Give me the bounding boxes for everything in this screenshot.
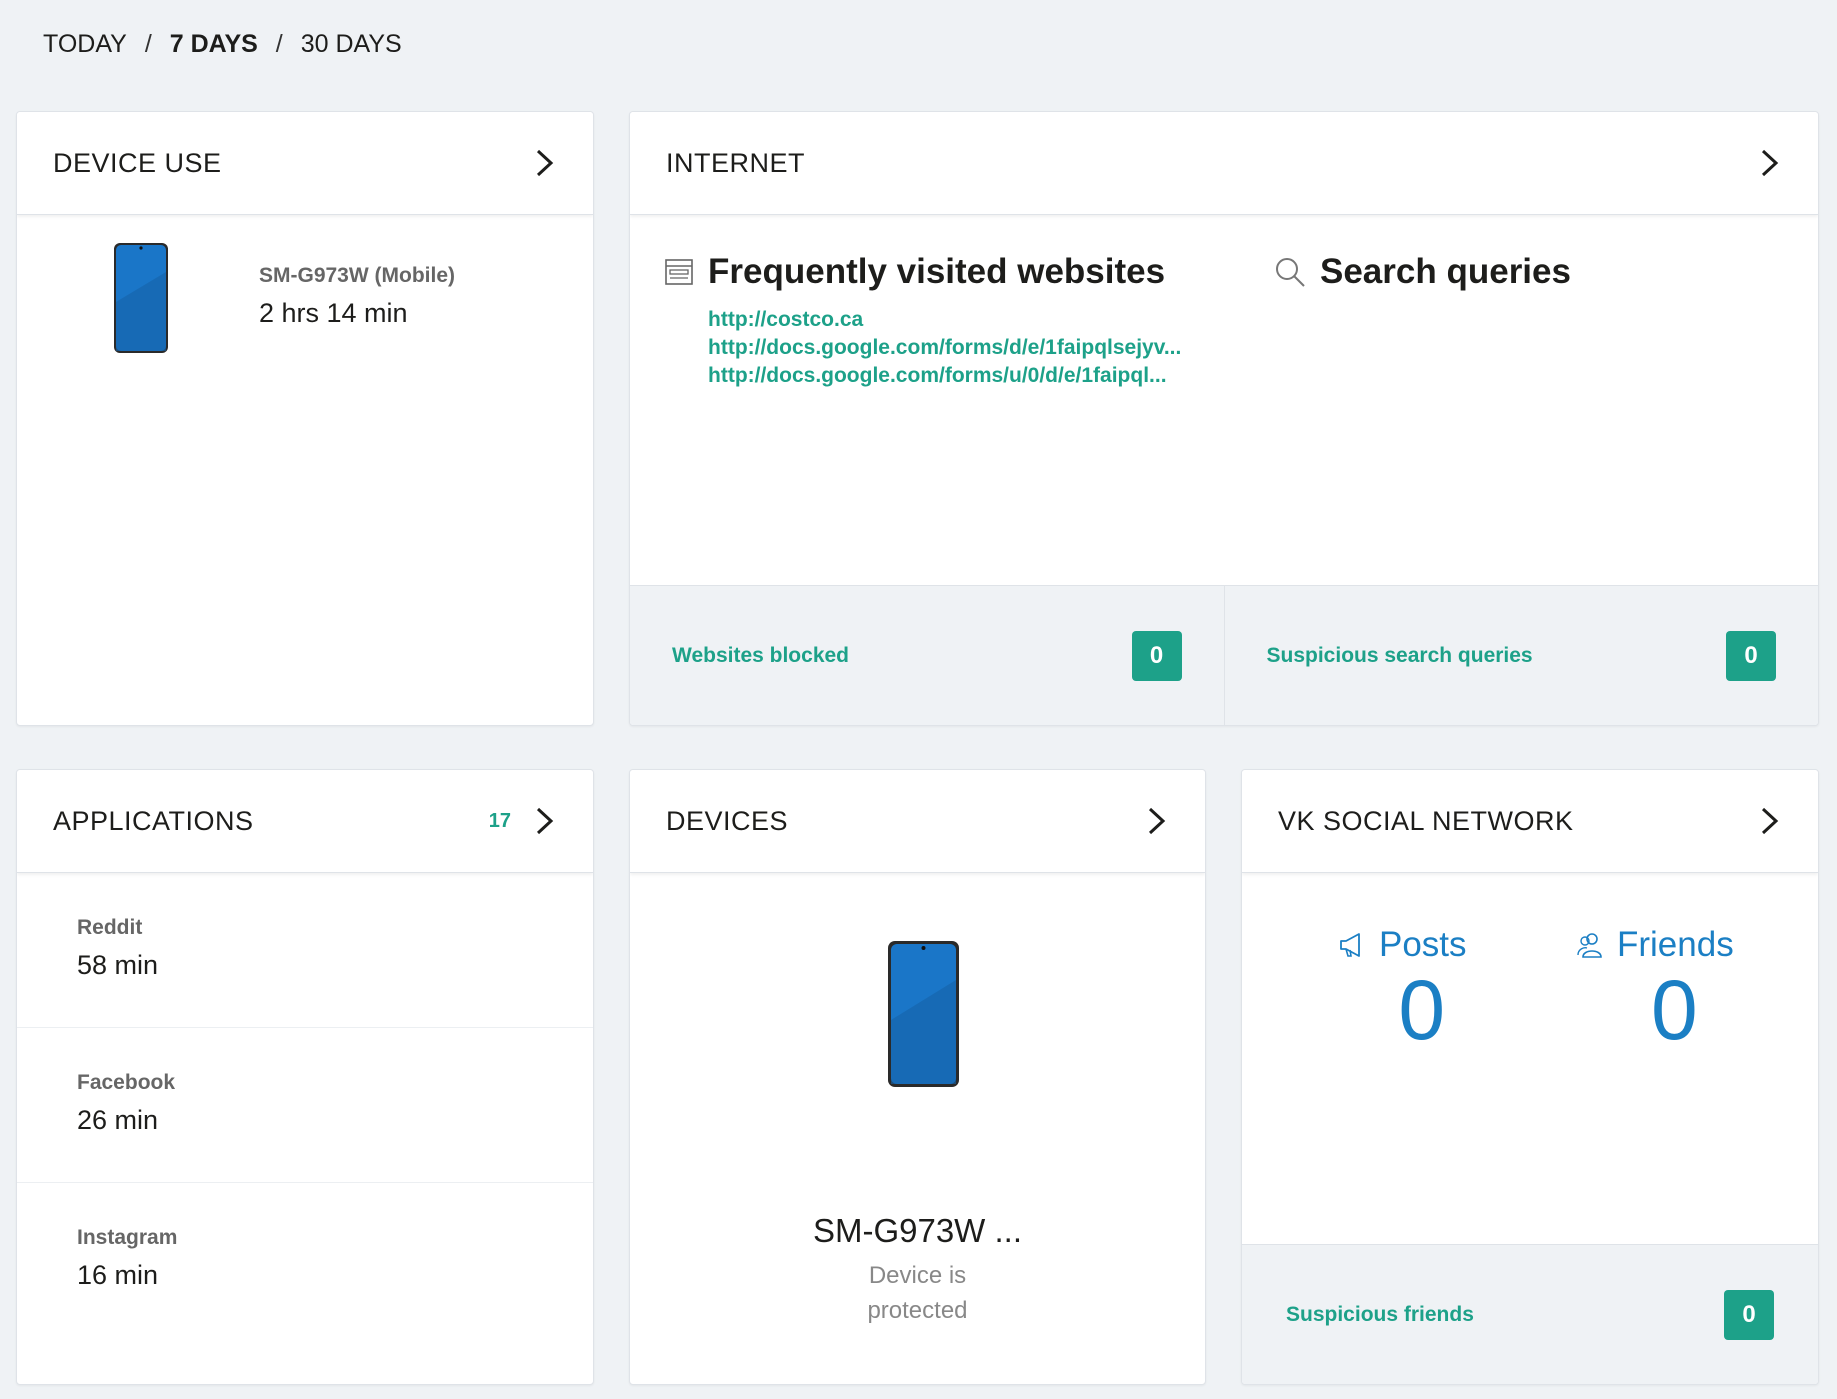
phone-image (888, 941, 959, 1087)
period-separator: / (144, 30, 152, 58)
suspicious-friends-count: 0 (1724, 1289, 1774, 1340)
period-separator: / (275, 30, 283, 58)
website-link[interactable]: http://docs.google.com/forms/u/0/d/e/1fa… (708, 362, 1181, 390)
list-item: Reddit 58 min (17, 873, 593, 1028)
app-list: Reddit 58 min Facebook 26 min Instagram … (17, 873, 593, 1338)
websites-blocked-count: 0 (1131, 630, 1182, 681)
list-item: Facebook 26 min (17, 1028, 593, 1183)
website-list: http://costco.ca http://docs.google.com/… (708, 306, 1181, 390)
suspicious-friends-label[interactable]: Suspicious friends (1286, 1303, 1474, 1327)
search-icon (1276, 258, 1305, 287)
friends-label: Friends (1617, 925, 1734, 964)
period-30days-link[interactable]: 30 DAYS (301, 30, 402, 59)
frequent-websites-title: Frequently visited websites (708, 252, 1166, 291)
posts-label: Posts (1379, 925, 1467, 964)
device-use-card: DEVICE USE SM-G973W (Mobile) 2 hrs 14 mi… (16, 111, 594, 726)
chevron-right-icon[interactable] (1758, 805, 1782, 837)
vk-header[interactable]: VK SOCIAL NETWORK (1242, 770, 1818, 873)
friends-value: 0 (1651, 963, 1698, 1057)
search-queries-section: Search queries (1274, 252, 1571, 292)
friends-icon (1577, 933, 1602, 958)
device-name: SM-G973W (Mobile) (259, 264, 456, 287)
internet-header[interactable]: INTERNET (630, 112, 1818, 215)
vk-posts-stat[interactable]: Posts 0 (1337, 925, 1467, 1055)
devices-title: DEVICES (666, 805, 789, 836)
devices-card: DEVICES SM-G973W ... Device is protected (629, 769, 1206, 1385)
suspicious-queries-count: 0 (1726, 630, 1776, 681)
internet-title: INTERNET (666, 147, 805, 178)
applications-card: APPLICATIONS 17 Reddit 58 min Facebook 2… (16, 769, 594, 1385)
applications-count: 17 (488, 809, 511, 832)
chevron-right-icon[interactable] (1145, 805, 1169, 837)
applications-title: APPLICATIONS (53, 805, 254, 836)
period-today-link[interactable]: TODAY (43, 30, 127, 59)
browser-window-icon (665, 259, 693, 285)
device-use-header[interactable]: DEVICE USE (17, 112, 593, 215)
posts-value: 0 (1398, 963, 1446, 1057)
suspicious-queries-cell[interactable]: Suspicious search queries 0 (1223, 586, 1819, 725)
search-queries-title: Search queries (1320, 252, 1571, 291)
vk-friends-stat[interactable]: Friends 0 (1575, 925, 1734, 1055)
device-use-phone (113, 242, 169, 354)
device-time: 2 hrs 14 min (259, 298, 408, 328)
app-name: Instagram (77, 1226, 178, 1249)
website-link[interactable]: http://docs.google.com/forms/d/e/1faipql… (708, 334, 1181, 362)
device-status: Device is protected (630, 1258, 1205, 1328)
website-link[interactable]: http://costco.ca (708, 306, 1181, 334)
chevron-right-icon[interactable] (533, 147, 557, 179)
device-use-info: SM-G973W (Mobile) 2 hrs 14 min (259, 264, 455, 329)
device-use-title: DEVICE USE (53, 147, 222, 178)
phone-image (114, 243, 168, 353)
internet-card: INTERNET Frequently visited websites htt… (629, 111, 1819, 726)
applications-header[interactable]: APPLICATIONS 17 (17, 770, 593, 873)
app-time: 16 min (77, 1260, 159, 1290)
app-time: 58 min (77, 950, 159, 980)
websites-blocked-label[interactable]: Websites blocked (672, 644, 849, 668)
megaphone-icon (1340, 933, 1360, 957)
chevron-right-icon[interactable] (1758, 147, 1782, 179)
frequent-websites-section: Frequently visited websites http://costc… (664, 252, 1181, 390)
app-name: Reddit (77, 916, 143, 939)
device-status-text: Device is protected (867, 1262, 968, 1324)
vk-social-card: VK SOCIAL NETWORK Posts 0 Friends 0 Susp… (1241, 769, 1819, 1385)
websites-blocked-cell[interactable]: Websites blocked 0 (630, 586, 1224, 725)
period-nav: TODAY / 7 DAYS / 30 DAYS (43, 30, 402, 59)
vk-footer[interactable]: Suspicious friends 0 (1242, 1244, 1818, 1384)
list-item: Instagram 16 min (17, 1183, 593, 1338)
app-name: Facebook (77, 1071, 176, 1094)
devices-header[interactable]: DEVICES (630, 770, 1205, 873)
suspicious-queries-label[interactable]: Suspicious search queries (1267, 644, 1533, 668)
device-name[interactable]: SM-G973W ... (630, 1212, 1205, 1250)
app-time: 26 min (77, 1105, 159, 1135)
internet-footer: Websites blocked 0 Suspicious search que… (630, 585, 1818, 725)
period-7days-link[interactable]: 7 DAYS (170, 30, 258, 59)
chevron-right-icon[interactable] (533, 805, 557, 837)
vk-title: VK SOCIAL NETWORK (1278, 805, 1574, 836)
